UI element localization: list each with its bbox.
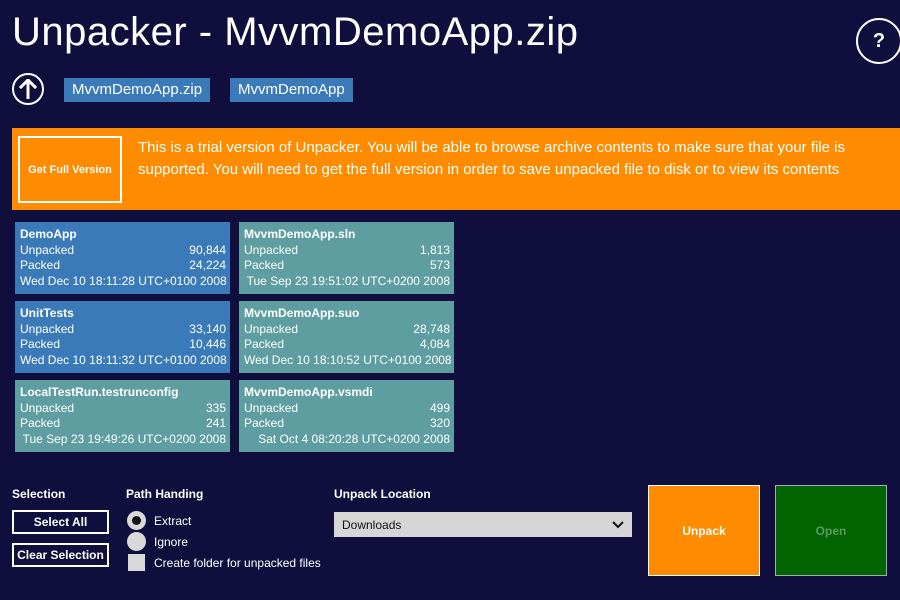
unpack-button[interactable]: Unpack (648, 485, 760, 576)
chevron-down-icon (612, 520, 624, 528)
unpacked-size: 33,140 (189, 321, 226, 336)
unpacked-label: Unpacked (244, 321, 299, 336)
item-name: UnitTests (20, 306, 74, 320)
path-handling-label: Path Handing (126, 487, 204, 501)
create-folder-label: Create folder for unpacked files (154, 555, 321, 570)
item-date: Tue Sep 23 19:51:02 UTC+0200 2008 (246, 273, 450, 288)
packed-size: 241 (205, 416, 226, 430)
item-name: MvvmDemoApp.vsmdi (244, 385, 373, 399)
trial-message: This is a trial version of Unpacker. You… (138, 139, 846, 178)
packed-size: 24,224 (189, 258, 226, 272)
unpacked-label: Unpacked (20, 242, 75, 257)
extract-label: Extract (154, 513, 192, 528)
packed-size: 4,084 (419, 337, 450, 351)
checkbox-box (128, 554, 145, 571)
archive-item-tile[interactable]: LocalTestRun.testrunconfig Unpacked 335 Pac… (15, 380, 230, 452)
item-date: Wed Dec 10 18:11:32 UTC+0100 2008 (20, 352, 227, 367)
item-name: LocalTestRun.testrunconfig (20, 385, 179, 399)
trial-banner: Get Full Version This is a trial version… (12, 128, 900, 210)
unpack-location-value: Downloads (342, 517, 402, 532)
help-icon: ? (872, 29, 886, 52)
archive-item-tile[interactable]: MvvmDemoApp.sln Unpacked 1,813 Packed 573 Tue… (239, 222, 454, 294)
unpacked-size: 1,813 (419, 242, 450, 257)
ignore-label: Ignore (154, 534, 189, 549)
packed-label: Packed (20, 337, 61, 351)
select-all-button[interactable]: Select All (12, 510, 109, 534)
packed-size: 10,446 (189, 337, 226, 351)
clear-selection-button[interactable]: Clear Selection (12, 543, 109, 567)
packed-label: Packed (244, 258, 285, 272)
open-button[interactable]: Open (775, 485, 887, 576)
packed-label: Packed (244, 337, 285, 351)
item-date: Wed Dec 10 18:11:28 UTC+0100 2008 (20, 273, 227, 288)
packed-label: Packed (20, 416, 61, 430)
unpacked-size: 335 (205, 400, 226, 415)
unpacked-size: 90,844 (189, 242, 226, 257)
archive-item-tile[interactable]: MvvmDemoApp.suo Unpacked 28,748 Packed 4,084… (239, 301, 454, 373)
unpacked-size: 499 (429, 400, 450, 415)
arrow-up-icon (19, 79, 37, 99)
page-title: Unpacker - MvvmDemoApp.zip (12, 10, 579, 54)
archive-item-tile[interactable]: DemoApp Unpacked 90,844 Packed 24,224 Wed Dec… (15, 222, 230, 294)
unpacked-size: 28,748 (413, 321, 450, 336)
archive-item-tile[interactable]: MvvmDemoApp.vsmdi Unpacked 499 Packed 320 Sat… (239, 380, 454, 452)
help-button[interactable]: ? (856, 18, 900, 64)
packed-size: 320 (429, 416, 450, 430)
unpack-location-select[interactable]: Downloads (334, 512, 632, 537)
unpacked-label: Unpacked (244, 242, 299, 257)
item-date: Tue Sep 23 19:49:26 UTC+0200 2008 (22, 431, 226, 446)
unpack-location-label: Unpack Location (334, 487, 431, 501)
unpacked-label: Unpacked (244, 400, 299, 415)
radio-button-selected (127, 511, 146, 530)
unpacked-label: Unpacked (20, 321, 75, 336)
get-full-version-button[interactable]: Get Full Version (18, 136, 122, 203)
ignore-radio[interactable]: Ignore (127, 532, 188, 551)
breadcrumb-archive[interactable]: MvvmDemoApp.zip (64, 78, 211, 102)
item-name: MvvmDemoApp.sln (244, 227, 356, 241)
item-date: Sat Oct 4 08:20:28 UTC+0200 2008 (258, 431, 450, 446)
extract-radio[interactable]: Extract (127, 511, 191, 530)
unpacked-label: Unpacked (20, 400, 75, 415)
create-folder-checkbox[interactable]: Create folder for unpacked files (127, 554, 321, 571)
breadcrumb-folder[interactable]: MvvmDemoApp (230, 78, 353, 102)
packed-label: Packed (244, 416, 285, 430)
item-date: Wed Dec 10 18:10:52 UTC+0100 2008 (244, 352, 452, 367)
radio-button (127, 532, 146, 551)
packed-size: 573 (429, 258, 450, 272)
archive-item-tile[interactable]: UnitTests Unpacked 33,140 Packed 10,446 Wed D… (15, 301, 230, 373)
item-name: MvvmDemoApp.suo (244, 306, 360, 320)
item-name: DemoApp (20, 227, 77, 241)
packed-label: Packed (20, 258, 61, 272)
navigate-up-button[interactable] (12, 73, 44, 105)
selection-label: Selection (12, 487, 66, 501)
